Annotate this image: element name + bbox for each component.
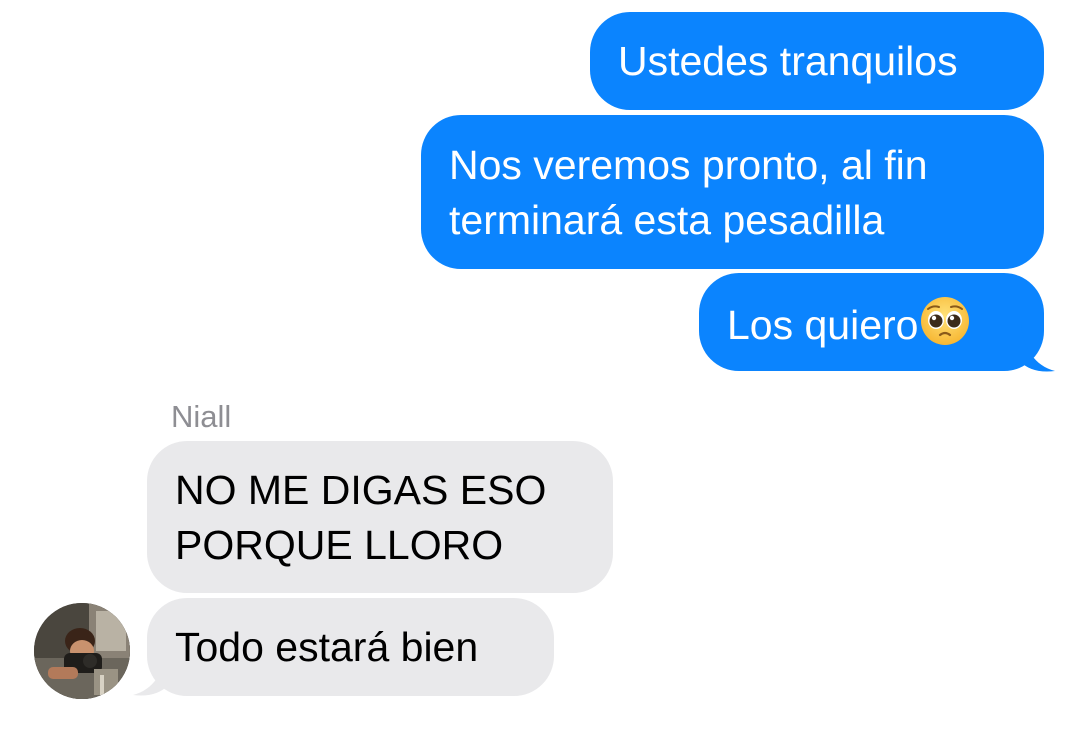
incoming-message-bubble[interactable]: Todo estará bien bbox=[147, 598, 554, 696]
avatar[interactable] bbox=[34, 603, 130, 699]
message-text: Ustedes tranquilos bbox=[618, 38, 958, 84]
contact-photo-icon bbox=[34, 603, 130, 699]
message-text: terminará esta pesadilla bbox=[449, 197, 885, 243]
pleading-face-icon bbox=[919, 295, 971, 361]
incoming-bubble-tail bbox=[133, 648, 167, 696]
message-text: Nos veremos pronto, al fin bbox=[449, 142, 928, 188]
message-text: Los quiero bbox=[727, 295, 1016, 361]
message-text: NO ME DIGAS ESO bbox=[175, 467, 547, 513]
outgoing-bubble-tail bbox=[1021, 324, 1055, 372]
message-text: PORQUE LLORO bbox=[175, 522, 504, 568]
sender-name: Niall bbox=[171, 399, 232, 434]
outgoing-message-bubble[interactable]: Nos veremos pronto, al fin terminará est… bbox=[421, 115, 1044, 269]
message-text: Todo estará bien bbox=[175, 624, 479, 670]
outgoing-message-bubble[interactable]: Los quiero bbox=[699, 273, 1044, 371]
outgoing-message-bubble[interactable]: Ustedes tranquilos bbox=[590, 12, 1044, 110]
incoming-message-bubble[interactable]: NO ME DIGAS ESO PORQUE LLORO bbox=[147, 441, 613, 593]
